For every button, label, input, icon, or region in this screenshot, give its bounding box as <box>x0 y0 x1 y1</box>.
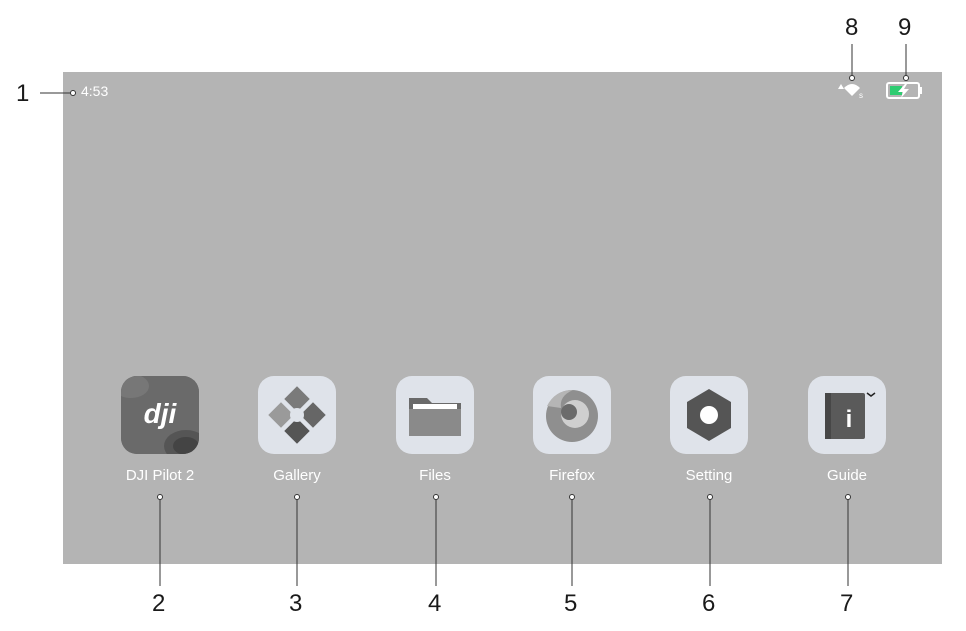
app-label-setting: Setting <box>685 467 733 484</box>
callout-9: 9 <box>898 14 912 41</box>
leader-dot-2 <box>157 494 163 500</box>
app-label-dji-pilot: DJI Pilot 2 <box>125 467 195 484</box>
dji-pilot-icon[interactable]: dji <box>121 376 199 454</box>
status-time: 4:53 <box>81 83 109 99</box>
app-label-gallery: Gallery <box>273 467 321 484</box>
app-label-guide: Guide <box>826 467 868 484</box>
app-label-files: Files <box>419 467 451 484</box>
leader-dot-6 <box>707 494 713 500</box>
callout-2: 2 <box>152 590 166 617</box>
callout-6: 6 <box>702 590 716 617</box>
leader-dot-4 <box>433 494 439 500</box>
battery-charging-icon <box>886 82 924 100</box>
gallery-icon[interactable] <box>258 376 336 454</box>
callout-4: 4 <box>428 590 442 617</box>
callout-7: 7 <box>840 590 854 617</box>
app-label-firefox: Firefox <box>549 467 595 484</box>
leader-dot-3 <box>294 494 300 500</box>
wifi-signal-icon: s <box>835 80 865 100</box>
files-icon[interactable] <box>396 376 474 454</box>
leader-dot-5 <box>569 494 575 500</box>
setting-icon[interactable] <box>670 376 748 454</box>
callout-3: 3 <box>289 590 303 617</box>
firefox-icon[interactable] <box>533 376 611 454</box>
guide-icon[interactable]: i <box>808 376 886 454</box>
callout-lines <box>40 44 909 586</box>
callout-5: 5 <box>564 590 578 617</box>
guide-letter: i <box>846 406 853 433</box>
callout-1: 1 <box>16 80 30 107</box>
svg-text:s: s <box>859 91 863 100</box>
dji-logo: dji <box>144 398 178 429</box>
callout-8: 8 <box>845 14 859 41</box>
leader-dot-7 <box>845 494 851 500</box>
